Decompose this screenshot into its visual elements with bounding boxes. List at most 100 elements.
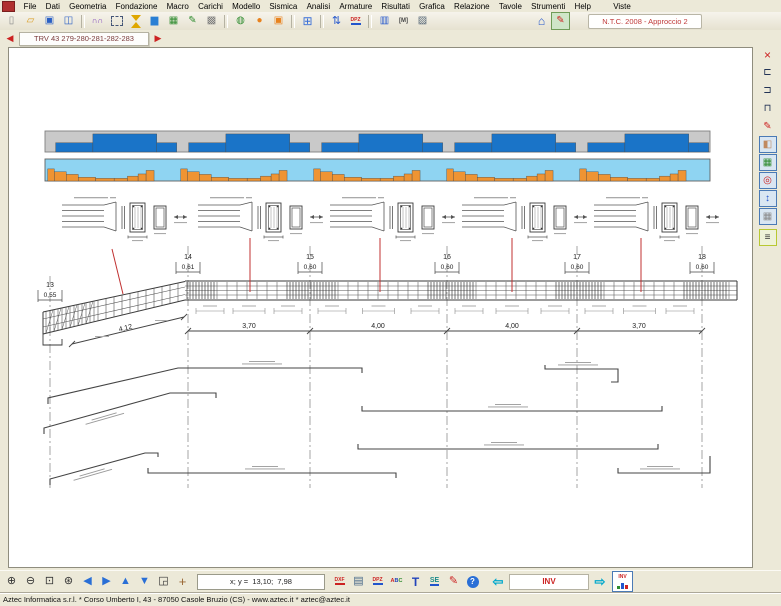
inv-view-button[interactable]: INV: [612, 571, 633, 592]
grid-plinth-icon: ▦: [169, 16, 178, 26]
coordinates-display[interactable]: x; y = 13,10; 7,98: [197, 574, 325, 590]
new-document-icon[interactable]: ▯: [2, 12, 21, 30]
zoom-in-icon[interactable]: ⊕: [2, 572, 21, 591]
menu-risultati[interactable]: Risultati: [377, 2, 415, 11]
dxf-export-icon[interactable]: DXF: [330, 572, 349, 591]
plinth-icon[interactable]: ▣: [269, 12, 288, 30]
tab-prev-arrow[interactable]: ◀: [4, 33, 16, 44]
menu-grafica[interactable]: Grafica: [414, 2, 449, 11]
se-export-icon: SE: [430, 577, 439, 586]
piles-group-icon[interactable]: ◍: [231, 12, 250, 30]
dpz-export-icon[interactable]: DPZ: [368, 572, 387, 591]
pan-left-icon: ◀: [83, 576, 91, 587]
piles-group-icon: ◍: [236, 16, 245, 26]
prev-view-arrow[interactable]: ⇦: [490, 574, 506, 590]
text-tool-icon[interactable]: T: [406, 572, 425, 591]
app-window: FileDatiGeometriaFondazioneMacroCarichiM…: [0, 0, 781, 606]
edit-brush-icon: ✎: [763, 121, 771, 132]
help-icon[interactable]: ?: [463, 572, 482, 591]
menu-fondazione[interactable]: Fondazione: [111, 2, 162, 11]
dimension-icon: ↕: [765, 193, 770, 204]
menu-geometria[interactable]: Geometria: [65, 2, 112, 11]
grid-icon[interactable]: ⊞: [298, 12, 317, 30]
spellcheck-icon[interactable]: ABC: [387, 572, 406, 591]
zoom-extents-icon[interactable]: ⊛: [59, 572, 78, 591]
norm-bridge-icon[interactable]: ∩∩: [88, 12, 107, 30]
sub-dimensions: [196, 306, 694, 315]
new-document-icon: ▯: [9, 16, 15, 26]
tab-bar: ◀ TRV 43 279-280-281-282-283 ▶: [0, 30, 781, 47]
pan-hand-icon[interactable]: +: [173, 572, 192, 591]
menu-carichi[interactable]: Carichi: [193, 2, 227, 11]
layers-list-icon[interactable]: ≡: [759, 229, 777, 246]
save-icon[interactable]: ▣: [40, 12, 59, 30]
menu-items: FileDatiGeometriaFondazioneMacroCarichiM…: [19, 2, 635, 11]
view-name-field[interactable]: INV: [509, 574, 589, 590]
menu-macro[interactable]: Macro: [162, 2, 193, 11]
drawing-canvas[interactable]: 130,55140,61150,60160,60170,60180,603,70…: [8, 47, 753, 568]
snap-target-icon[interactable]: ◎: [759, 172, 777, 189]
menu-armature[interactable]: Armature: [335, 2, 377, 11]
table-grid-icon[interactable]: ▦: [759, 208, 777, 225]
copy-section-icon[interactable]: ⊏: [759, 64, 777, 81]
menu-tavole[interactable]: Tavole: [494, 2, 526, 11]
render-options-icon[interactable]: ✎: [551, 12, 570, 30]
menu-viste[interactable]: Viste: [609, 2, 636, 11]
hatch-graph-icon[interactable]: ▨: [413, 12, 432, 30]
menu-file[interactable]: File: [19, 2, 41, 11]
menu-dati[interactable]: Dati: [41, 2, 64, 11]
menu-strumenti[interactable]: Strumenti: [527, 2, 570, 11]
pan-up-icon[interactable]: ▲: [116, 572, 135, 591]
zoom-window-icon[interactable]: ◲: [154, 572, 173, 591]
se-export-icon[interactable]: SE: [425, 572, 444, 591]
dpz-graph-icon[interactable]: ▥: [375, 12, 394, 30]
print-preview-icon[interactable]: ▤: [349, 572, 368, 591]
building-icon[interactable]: ⌂: [532, 12, 551, 30]
plot-icon: ✎: [449, 576, 458, 587]
spellcheck-icon: ABC: [391, 579, 403, 585]
selection-icon[interactable]: [107, 12, 126, 30]
concrete-section-icon[interactable]: ▩: [202, 12, 221, 30]
svg-text:0,60: 0,60: [441, 264, 454, 271]
edit-brush-icon[interactable]: ✎: [759, 118, 777, 135]
moment-graph-icon[interactable]: [M]: [394, 12, 413, 30]
zoom-out-icon[interactable]: ⊖: [21, 572, 40, 591]
menu-relazione[interactable]: Relazione: [449, 2, 494, 11]
mirror-section-icon[interactable]: ⊓: [759, 100, 777, 117]
colored-grid-icon[interactable]: ▦: [759, 154, 777, 171]
hourglass-icon[interactable]: [126, 12, 145, 30]
layers-list-icon: ≡: [765, 232, 771, 243]
save-all-icon[interactable]: ◫: [59, 12, 78, 30]
next-view-arrow[interactable]: ⇨: [592, 574, 608, 590]
beam-edit-icon[interactable]: ✎: [183, 12, 202, 30]
svg-text:0,60: 0,60: [304, 264, 317, 271]
dpz-icon[interactable]: DPZ: [346, 12, 365, 30]
pan-left-icon[interactable]: ◀: [78, 572, 97, 591]
svg-text:15: 15: [306, 254, 314, 261]
tab-trv[interactable]: TRV 43 279-280-281-282-283: [19, 32, 149, 46]
section-view-icon: ◧: [763, 139, 772, 150]
grid-plinth-icon[interactable]: ▦: [164, 12, 183, 30]
svg-text:4,00: 4,00: [371, 323, 385, 330]
toolbar-separator: [320, 15, 324, 28]
menu-help[interactable]: Help: [570, 2, 596, 11]
svg-text:16: 16: [443, 254, 451, 261]
open-folder-icon[interactable]: ▱: [21, 12, 40, 30]
deck-section-icon[interactable]: ▆: [145, 12, 164, 30]
paste-section-icon[interactable]: ⊐: [759, 82, 777, 99]
delete-icon[interactable]: ×: [759, 46, 777, 63]
zoom-page-icon[interactable]: ⊡: [40, 572, 59, 591]
pan-down-icon[interactable]: ▼: [135, 572, 154, 591]
menu-analisi[interactable]: Analisi: [302, 2, 335, 11]
section-view-icon[interactable]: ◧: [759, 136, 777, 153]
plot-icon[interactable]: ✎: [444, 572, 463, 591]
dpz-arrows-icon[interactable]: ⇅: [327, 12, 346, 30]
beam-elevation: [43, 281, 737, 345]
pile-icon[interactable]: ●: [250, 12, 269, 30]
pan-right-icon[interactable]: ▶: [97, 572, 116, 591]
dimension-icon[interactable]: ↕: [759, 190, 777, 207]
tab-next-arrow[interactable]: ▶: [152, 33, 164, 44]
view-nav-buttons: ⊕⊖⊡⊛ ◀ ▶▲▼◲+: [2, 572, 192, 591]
menu-modello[interactable]: Modello: [228, 2, 265, 11]
menu-sismica[interactable]: Sismica: [265, 2, 302, 11]
